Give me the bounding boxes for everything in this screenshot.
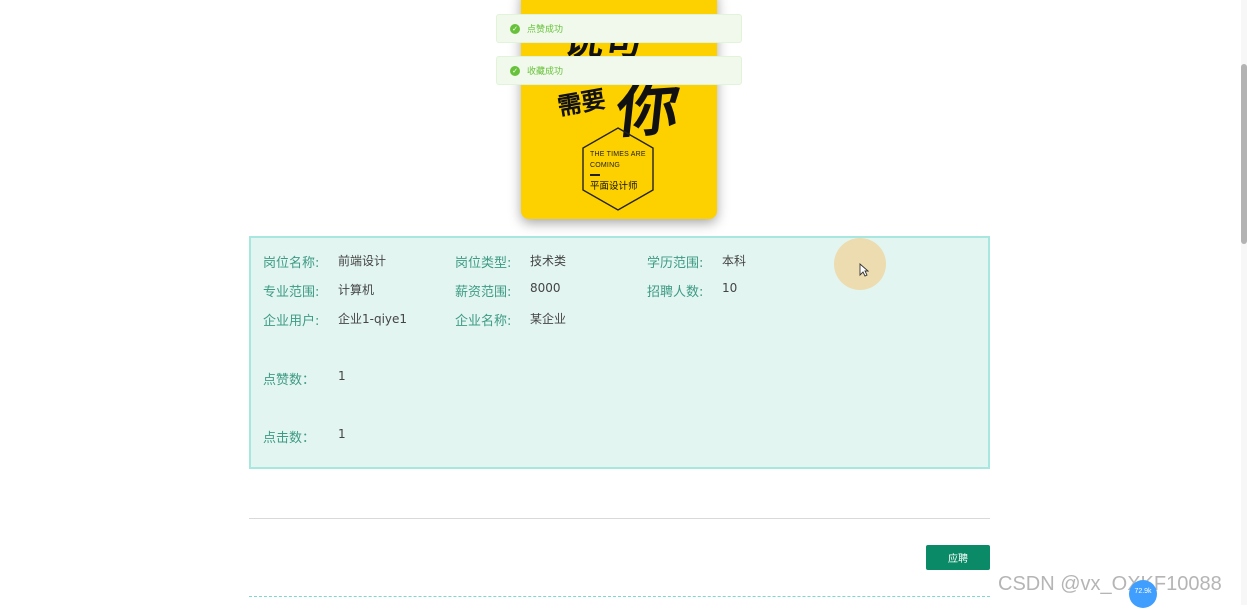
- headcount-label: 招聘人数:: [647, 285, 704, 300]
- job-name-value: 前端设计: [338, 254, 387, 268]
- company-user-label: 企业用户:: [263, 314, 320, 329]
- apply-button[interactable]: 应聘: [926, 545, 990, 570]
- headcount-value: 10: [722, 281, 738, 295]
- poster-hexagon-frame: [582, 127, 654, 211]
- toast-message: 点赞成功: [527, 25, 564, 35]
- click-count-value: 1: [338, 427, 346, 441]
- major-value: 计算机: [338, 283, 375, 297]
- poster-role-text: 平面设计师: [590, 181, 638, 192]
- toast-message: 收藏成功: [527, 67, 564, 77]
- salary-label: 薪资范围:: [455, 285, 512, 300]
- education-label: 学历范围:: [647, 256, 704, 271]
- company-name-label: 企业名称:: [455, 314, 512, 329]
- poster-english-line-2: COMING: [590, 162, 620, 169]
- salary-value: 8000: [530, 281, 561, 295]
- job-type-label: 岗位类型:: [455, 256, 512, 271]
- poster-brush-text-xu: 需要: [555, 84, 608, 121]
- scrollbar-thumb[interactable]: [1241, 64, 1247, 244]
- watermark-text: CSDN @vx_OXKF10088: [998, 573, 1222, 595]
- education-value: 本科: [722, 254, 747, 268]
- like-count-value: 1: [338, 369, 346, 383]
- company-name-value: 某企业: [530, 312, 567, 326]
- like-count-label: 点赞数：: [263, 373, 316, 388]
- floating-speed-bubble[interactable]: 72.9k: [1129, 580, 1157, 608]
- poster-dash: [590, 174, 600, 176]
- check-circle-icon: ✓: [510, 65, 520, 76]
- poster-english-line-1: THE TIMES ARE: [590, 151, 646, 158]
- major-label: 专业范围:: [263, 285, 320, 300]
- dashed-divider: [249, 596, 990, 597]
- company-user-value: 企业1-qiye1: [338, 312, 408, 326]
- job-type-value: 技术类: [530, 254, 567, 268]
- check-circle-icon: ✓: [510, 23, 520, 34]
- section-divider: [249, 518, 990, 519]
- click-count-label: 点击数：: [263, 431, 316, 446]
- mouse-cursor-icon: [859, 263, 869, 277]
- job-name-label: 岗位名称:: [263, 256, 320, 271]
- toast-like-success: ✓ 点赞成功: [496, 14, 742, 43]
- toast-favorite-success: ✓ 收藏成功: [496, 56, 742, 85]
